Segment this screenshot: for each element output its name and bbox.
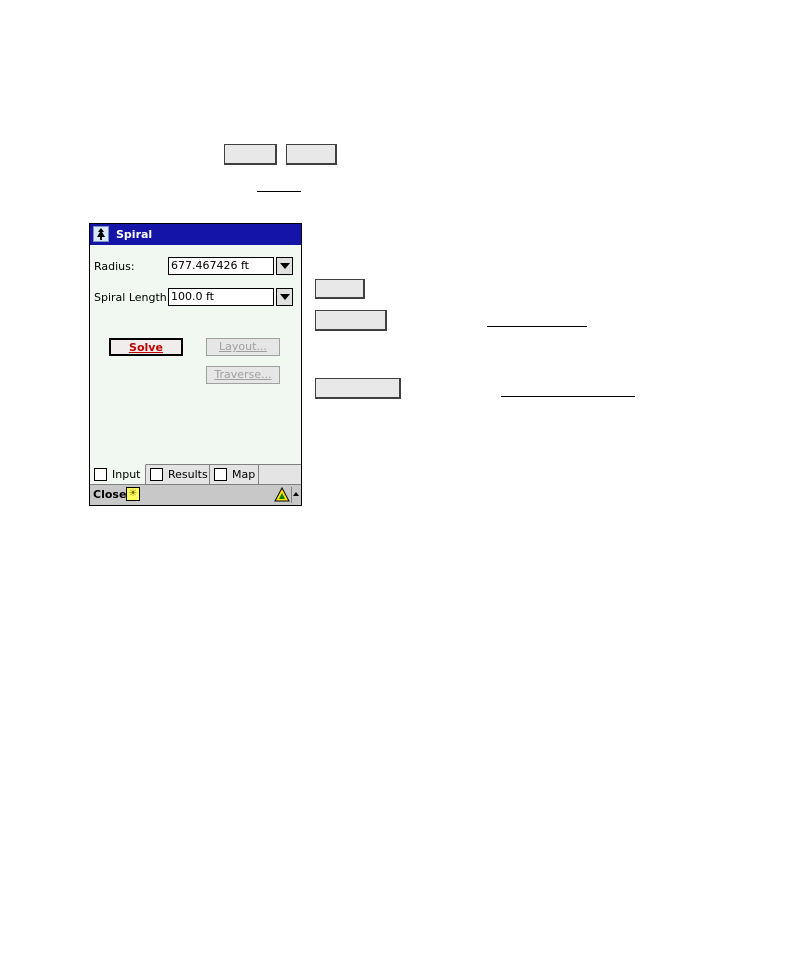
title-bar: Spiral — [90, 224, 301, 245]
radius-field[interactable]: 677.467426 ft — [168, 257, 274, 275]
doc-placeholder-box-5 — [315, 378, 401, 399]
doc-placeholder-box-3 — [315, 279, 365, 299]
input-panel-arrow-icon[interactable] — [293, 492, 299, 496]
tab-map[interactable]: Map — [210, 465, 259, 485]
doc-placeholder-box-1 — [224, 144, 277, 165]
traverse-button[interactable]: Traverse... — [206, 366, 280, 384]
doc-underline-2 — [487, 326, 587, 327]
command-bar: Close ☀ — [90, 484, 301, 505]
surveyor-app-icon[interactable] — [93, 226, 109, 242]
tab-results-label: Results — [168, 468, 208, 481]
close-button[interactable]: Close — [93, 488, 126, 501]
spiral-length-label: Spiral Length: — [94, 291, 171, 304]
tab-input-label: Input — [112, 468, 141, 481]
spiral-length-dropdown-button[interactable] — [276, 288, 293, 306]
doc-underline-3 — [501, 396, 635, 397]
spiral-window: Spiral Radius: 677.467426 ft Spiral Leng… — [89, 223, 302, 506]
results-document-icon — [150, 468, 163, 481]
tab-input[interactable]: Input — [90, 464, 146, 485]
doc-placeholder-box-2 — [286, 144, 337, 165]
input-form-icon — [94, 468, 107, 481]
layout-button[interactable]: Layout... — [206, 338, 280, 356]
window-title: Spiral — [116, 228, 153, 241]
radius-dropdown-button[interactable] — [276, 257, 293, 275]
tab-results[interactable]: Results — [146, 465, 210, 485]
radius-label: Radius: — [94, 260, 135, 273]
command-bar-divider — [291, 487, 292, 503]
doc-underline-1 — [257, 191, 301, 192]
doc-placeholder-box-4 — [315, 310, 387, 331]
spiral-length-field[interactable]: 100.0 ft — [168, 288, 274, 306]
sun-icon[interactable]: ☀ — [126, 487, 140, 501]
tab-map-label: Map — [232, 468, 256, 481]
warning-triangle-icon[interactable] — [274, 486, 290, 502]
solve-button[interactable]: Solve — [109, 338, 183, 356]
tab-bar: Input Results Map — [90, 464, 301, 486]
map-icon — [214, 468, 227, 481]
